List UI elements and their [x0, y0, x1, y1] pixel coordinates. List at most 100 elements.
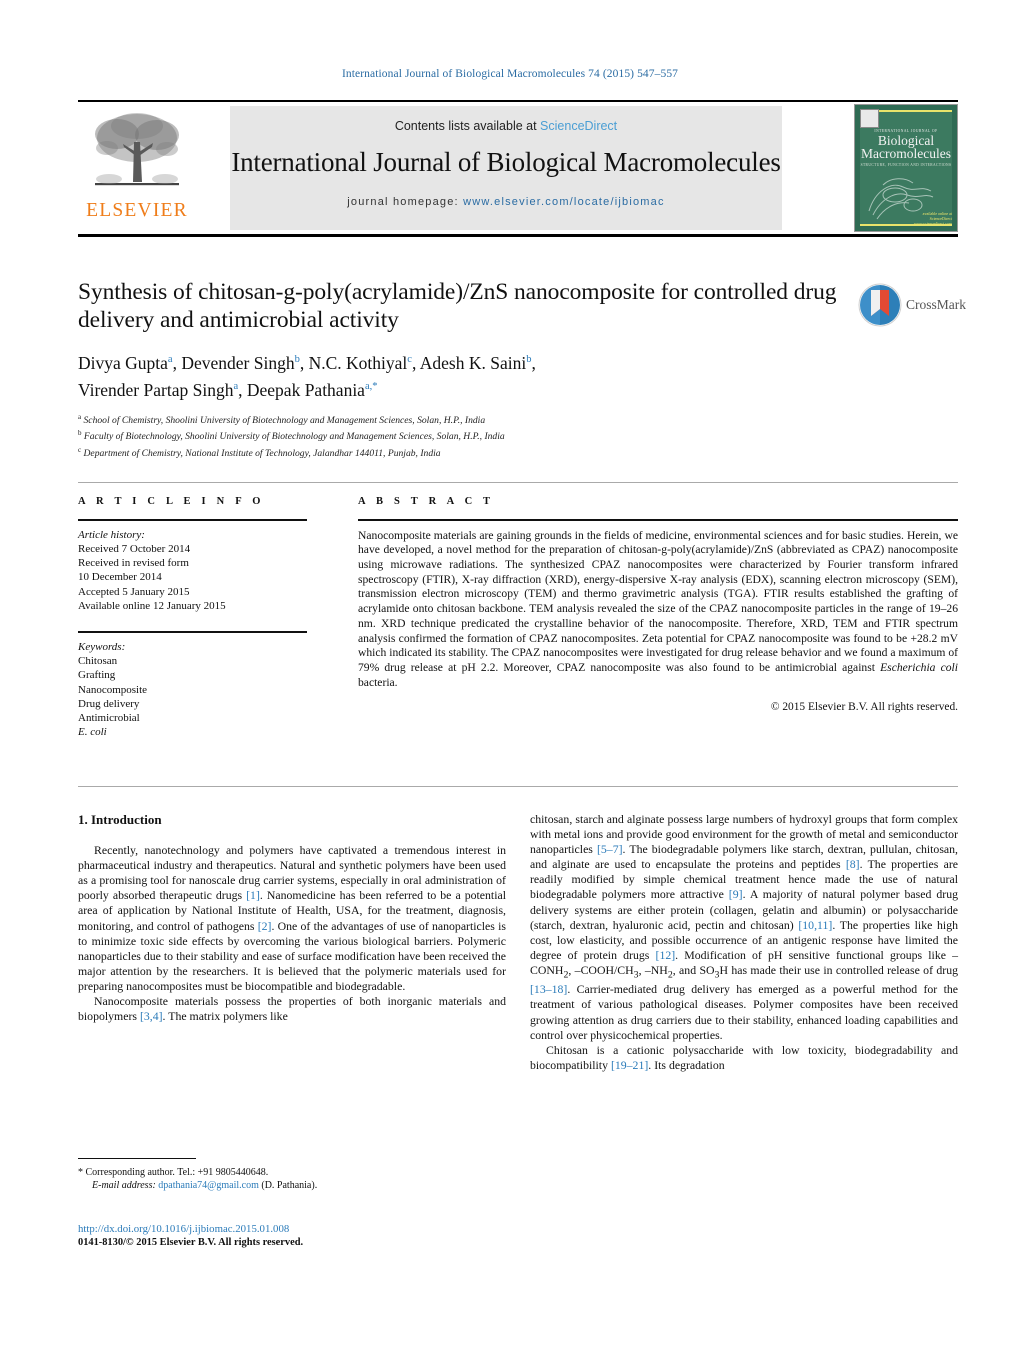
abstract-heading: A B S T R A C T: [358, 496, 495, 507]
elsevier-logo: ELSEVIER: [78, 106, 196, 232]
journal-homepage-line: journal homepage: www.elsevier.com/locat…: [230, 196, 782, 208]
title-block: Synthesis of chitosan-g-poly(acrylamide)…: [78, 278, 838, 461]
doi-block: http://dx.doi.org/10.1016/j.ijbiomac.201…: [78, 1222, 506, 1250]
author-affiliation-mark: a,*: [364, 380, 378, 392]
email-line: E-mail address: dpathania74@gmail.com (D…: [78, 1179, 506, 1192]
left-column-paragraphs: Recently, nanotechnology and polymers ha…: [78, 843, 506, 1024]
affiliation-item: c Department of Chemistry, National Inst…: [78, 446, 441, 460]
author-name: Adesh K. Saini: [419, 352, 527, 373]
article-history-item: Accepted 5 January 2015: [78, 585, 190, 598]
citation-link[interactable]: [5–7]: [597, 842, 623, 856]
article-info-heading: A R T I C L E I N F O: [78, 496, 265, 507]
email-link[interactable]: dpathania74@gmail.com: [158, 1180, 259, 1191]
article-history-lines: Received 7 October 2014 Received in revis…: [78, 542, 326, 613]
cover-foot-line3: www.sciencedirect.com: [913, 221, 952, 226]
section-heading-introduction: 1. Introduction: [78, 812, 162, 827]
author-line-2: Virender Partap Singha, Deepak Pathaniaa…: [78, 379, 378, 400]
crossmark-badge[interactable]: CrossMark: [858, 283, 966, 329]
body-column-left: 1. Introduction Recently, nanotechnology…: [78, 812, 506, 1024]
cover-subtitle: STRUCTURE, FUNCTION AND INTERACTIONS: [860, 163, 952, 167]
article-history-item: Received 7 October 2014: [78, 542, 191, 555]
keywords-block: Keywords: Chitosan Grafting Nanocomposite D…: [78, 640, 326, 740]
keyword-item: Grafting: [78, 669, 116, 682]
citation-link[interactable]: [8]: [846, 857, 860, 871]
cover-footer: available online at ScienceDirect www.sc…: [914, 211, 952, 226]
body-text: H has made their use in controlled relea…: [719, 962, 958, 977]
crossmark-label: CrossMark: [906, 297, 966, 312]
keyword-item: Chitosan: [78, 654, 118, 667]
body-text: , and SO: [672, 962, 715, 977]
article-history-item: Received in revised form: [78, 557, 189, 570]
keyword-lines: Chitosan Grafting Nanocomposite Drug delive…: [78, 654, 326, 725]
affiliation-item: a School of Chemistry, Shoolini Universi…: [78, 412, 486, 426]
author-affiliation-mark: b: [526, 354, 532, 365]
email-attribution: (D. Pathania).: [261, 1180, 318, 1191]
contents-prefix: Contents lists available at: [394, 119, 541, 133]
affiliation-item: b Faculty of Biotechnology, Shoolini Uni…: [78, 429, 505, 443]
keywords-rule: [78, 631, 307, 633]
body-paragraph: Nanocomposite materials possess the prop…: [78, 994, 506, 1024]
citation-link[interactable]: [1]: [246, 888, 260, 902]
right-column-paragraphs: chitosan, starch and alginate possess la…: [530, 812, 958, 1073]
abstract-bottom-rule: [78, 786, 958, 787]
author-affiliation-mark: b: [294, 354, 300, 365]
citation-link[interactable]: [13–18]: [530, 982, 567, 996]
citation-link[interactable]: [3,4]: [140, 1009, 163, 1023]
keywords-label: Keywords:: [78, 640, 126, 653]
abstract-rule: [358, 519, 958, 521]
masthead-band: Contents lists available at ScienceDirec…: [230, 106, 782, 230]
keyword-item: Nanocomposite: [78, 683, 148, 696]
doi-link[interactable]: http://dx.doi.org/10.1016/j.ijbiomac.201…: [78, 1222, 506, 1236]
citation-link[interactable]: [12]: [656, 948, 676, 962]
footnote-rule: [78, 1158, 196, 1159]
article-history: Article history: Received 7 October 2014…: [78, 528, 326, 614]
journal-masthead: ELSEVIER Contents lists available at Sci…: [78, 100, 958, 237]
corresponding-author-footnote: * Corresponding author. Tel.: +91 980544…: [78, 1158, 506, 1192]
affiliation-mark: a: [78, 412, 82, 421]
author-affiliation-mark: a: [167, 354, 173, 365]
citation-link[interactable]: [9]: [729, 887, 743, 901]
abstract-main: Nanocomposite materials are gaining grou…: [358, 528, 958, 674]
body-column-right: chitosan, starch and alginate possess la…: [530, 812, 958, 1073]
body-text: Chitosan is a cationic polysaccharide wi…: [530, 1042, 958, 1072]
crossmark-icon: [858, 283, 902, 327]
article-first-page: International Journal of Biological Macr…: [0, 0, 1020, 1351]
journal-cover-thumbnail: INTERNATIONAL JOURNAL OF Biological Macr…: [854, 104, 958, 232]
affiliation-list: a School of Chemistry, Shoolini Universi…: [78, 411, 838, 461]
masthead-bottom-rule: [78, 234, 958, 237]
author-affiliation-mark: a: [233, 380, 239, 392]
corresponding-mark: *: [78, 1167, 83, 1178]
masthead-top-rule: [78, 100, 958, 102]
body-text: . Its degradation: [648, 1057, 725, 1072]
keyword-italic: E. coli: [78, 726, 107, 739]
article-history-item: 10 December 2014: [78, 571, 162, 584]
article-info-rule: [78, 519, 307, 521]
page-title: Synthesis of chitosan-g-poly(acrylamide)…: [78, 279, 837, 333]
homepage-link[interactable]: www.elsevier.com/locate/ijbiomac: [463, 196, 665, 208]
homepage-prefix: journal homepage:: [347, 196, 464, 208]
abstract-panel: A B S T R A C T Nanocomposite materials …: [358, 496, 958, 713]
contents-line: Contents lists available at ScienceDirec…: [230, 119, 782, 133]
corresponding-text: Corresponding author. Tel.: +91 98054406…: [85, 1167, 269, 1178]
cover-journal-name: Biological Macromolecules: [855, 134, 957, 161]
citation-link[interactable]: [19–21]: [611, 1058, 648, 1072]
citation-link[interactable]: [10,11]: [798, 918, 832, 932]
sciencedirect-link[interactable]: ScienceDirect: [540, 119, 617, 133]
cover-name-line2: Macromolecules: [861, 146, 951, 161]
author-name: Virender Partap Singh: [78, 379, 234, 400]
abstract-species-name: Escherichia coli: [880, 660, 958, 674]
body-paragraph: Recently, nanotechnology and polymers ha…: [78, 843, 506, 994]
abstract-copyright: © 2015 Elsevier B.V. All rights reserved…: [770, 701, 958, 714]
elsevier-tree-icon: [95, 113, 179, 186]
body-text: , –COOH/CH: [568, 962, 634, 977]
elsevier-wordmark: ELSEVIER: [86, 200, 188, 221]
info-top-rule: [78, 482, 958, 483]
running-head: International Journal of Biological Macr…: [341, 68, 679, 80]
body-text: . The matrix polymers like: [162, 1009, 288, 1024]
journal-title: International Journal of Biological Macr…: [231, 147, 781, 177]
cover-elsevier-mark-icon: [860, 109, 879, 128]
abstract-tail: bacteria.: [358, 675, 398, 689]
author-name: Deepak Pathania: [246, 379, 365, 400]
citation-link[interactable]: [2]: [258, 919, 272, 933]
issn-copyright-line: 0141-8130/© 2015 Elsevier B.V. All right…: [78, 1237, 304, 1248]
